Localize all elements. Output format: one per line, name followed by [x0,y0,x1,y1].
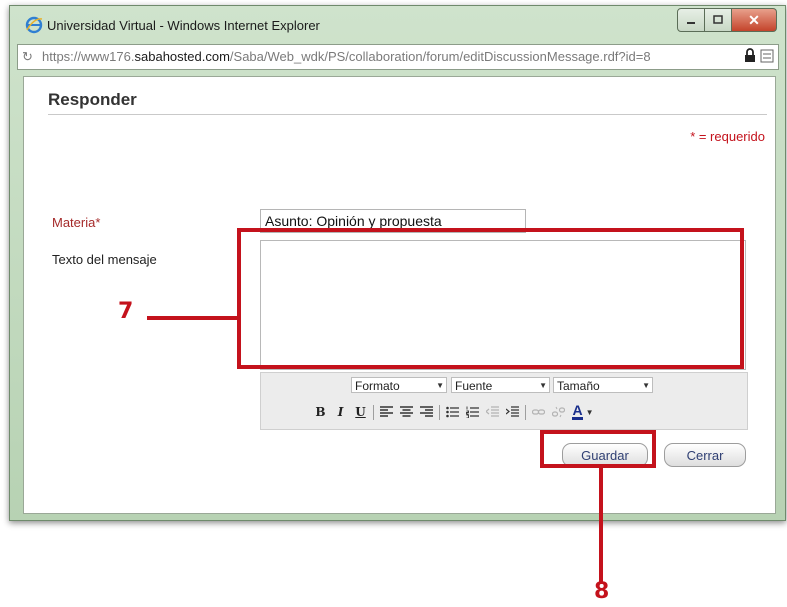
size-select[interactable]: Tamaño ▼ [553,377,653,393]
cancel-button[interactable]: Cerrar [664,443,746,467]
bold-button[interactable]: B [312,404,329,421]
subject-label: Materia* [52,215,101,230]
remove-link-button[interactable] [550,404,567,421]
bullet-list-button[interactable] [444,404,461,421]
link-icon [532,409,545,415]
message-label: Texto del mensaje [52,252,157,267]
font-color-button[interactable]: A ▼ [570,402,596,421]
font-color-icon: A [572,402,583,420]
toolbar-separator [373,404,374,420]
chevron-down-icon: ▼ [642,381,650,390]
align-left-icon [380,406,393,417]
align-left-button[interactable] [378,404,395,421]
font-select-label: Fuente [455,379,493,393]
callout-line-save [599,467,603,584]
unlink-icon [552,406,565,418]
chevron-down-icon: ▼ [539,381,547,390]
window-controls: ✕ [677,8,777,32]
address-bar[interactable]: ↻ https://www176.sabahosted.com/Saba/Web… [17,44,779,70]
italic-button[interactable]: I [332,404,349,421]
maximize-icon [713,15,723,24]
align-right-button[interactable] [418,404,435,421]
indent-button[interactable] [504,404,521,421]
address-url: https://www176.sabahosted.com/Saba/Web_w… [42,49,651,64]
align-center-button[interactable] [398,404,415,421]
heading-divider [48,114,767,115]
numbered-list-icon [466,406,479,418]
editor-toolbar: Formato ▼ Fuente ▼ Tamaño ▼ B I U A ▼ [260,372,748,430]
close-icon: ✕ [748,11,760,28]
insert-link-button[interactable] [530,404,547,421]
size-select-label: Tamaño [557,379,600,393]
indent-icon [506,406,519,417]
font-select[interactable]: Fuente ▼ [451,377,550,393]
title-bar: Universidad Virtual - Windows Internet E… [10,6,785,40]
outdent-button[interactable] [484,404,501,421]
formatting-buttons: B I U A ▼ [312,403,599,421]
toolbar-separator [439,404,440,420]
toolbar-separator [525,404,526,420]
callout-number-message: 7 [118,299,134,324]
format-select-label: Formato [355,379,400,393]
lock-icon[interactable] [744,48,756,63]
page-title: Responder [48,90,137,109]
align-center-icon [400,406,413,417]
required-note: * = requerido [690,129,765,144]
underline-button[interactable]: U [352,404,369,421]
compatibility-view-icon[interactable] [760,49,774,63]
outdent-icon [486,406,499,417]
window-title: Universidad Virtual - Windows Internet E… [47,18,320,33]
internet-explorer-icon [25,16,43,34]
chevron-down-icon: ▼ [585,407,594,417]
numbered-list-button[interactable] [464,404,481,421]
callout-line-message [147,316,238,320]
close-window-button[interactable]: ✕ [732,8,777,32]
page-icon: ↻ [22,49,33,64]
format-select[interactable]: Formato ▼ [351,377,447,393]
callout-number-save: 8 [594,579,610,604]
chevron-down-icon: ▼ [436,381,444,390]
callout-box-message [237,228,744,369]
bullet-list-icon [446,406,459,418]
callout-box-save [540,430,656,468]
minimize-icon [687,22,695,24]
maximize-button[interactable] [705,8,732,32]
minimize-button[interactable] [677,8,705,32]
align-right-icon [420,406,433,417]
